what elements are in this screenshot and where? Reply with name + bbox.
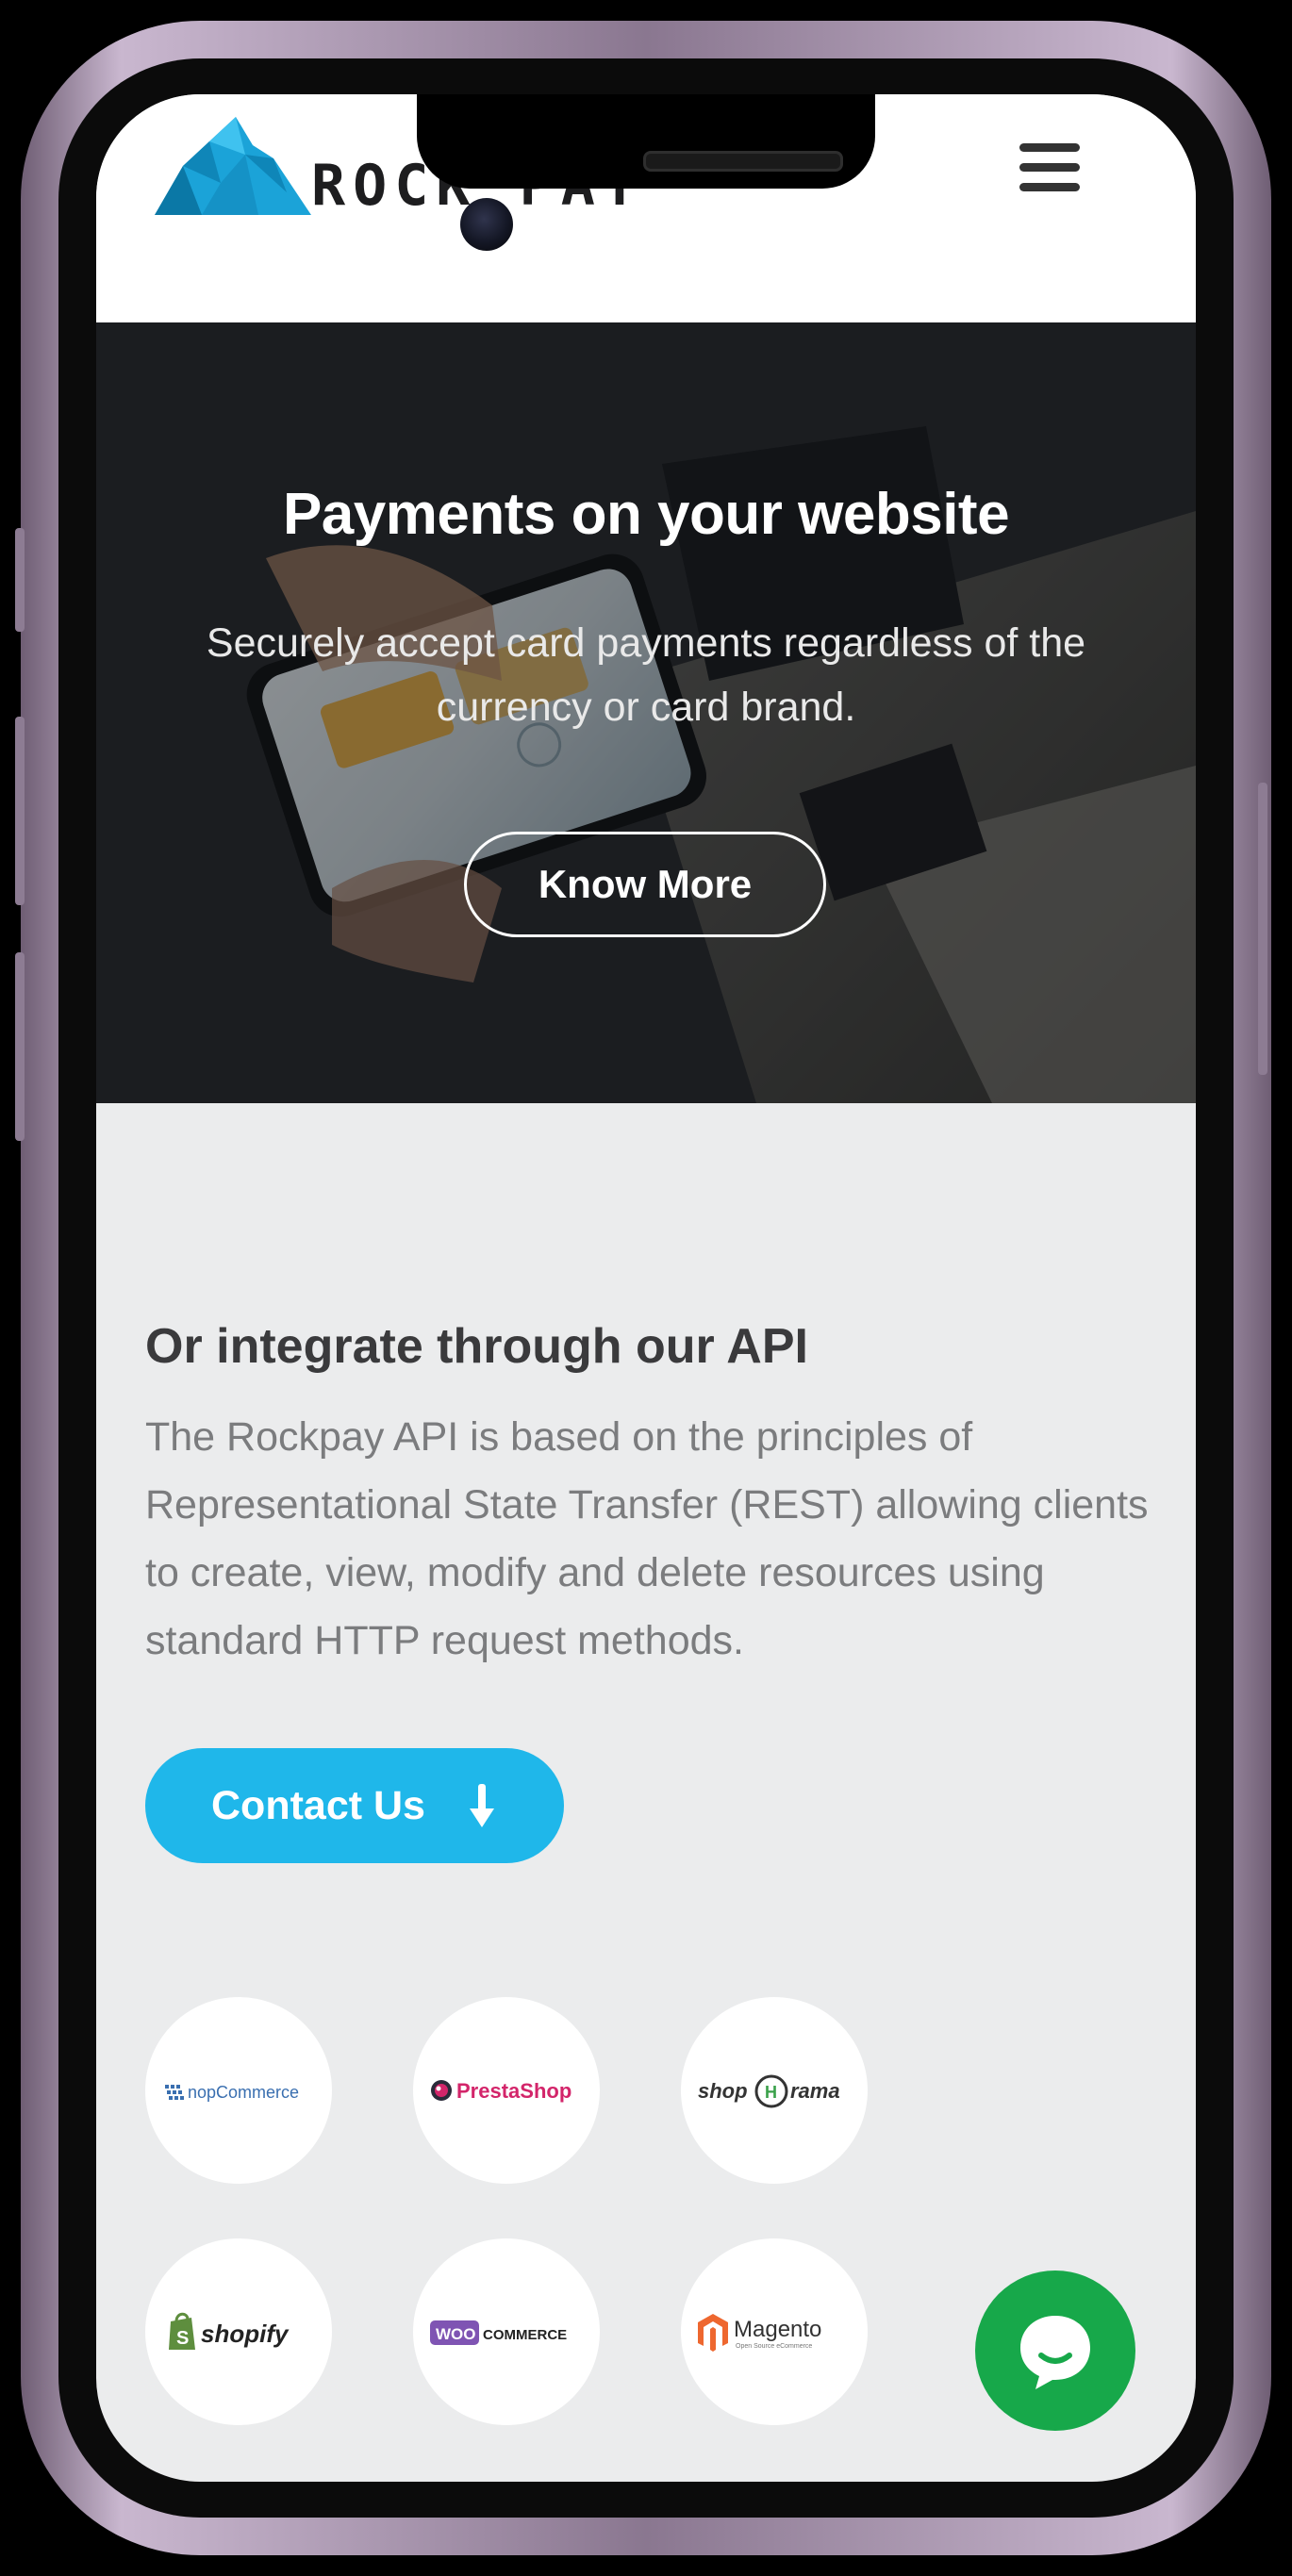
phone-power-button (1258, 783, 1267, 1075)
woocommerce-logo-icon: WOO COMMERCE (430, 2320, 567, 2345)
shoporama-logo-icon: shop H rama (698, 2074, 840, 2108)
platform-shoporama[interactable]: shop H rama (681, 1997, 868, 2184)
hero-subtitle: Securely accept card payments regardless… (206, 620, 1086, 730)
hero-banner: Payments on your website Securely accept… (96, 322, 1196, 1103)
phone-screen: ROCK PAY (96, 94, 1196, 2482)
phone-notch (417, 94, 875, 189)
shopify-logo-text: shopify (201, 2320, 290, 2348)
contact-us-label: Contact Us (211, 1783, 425, 1828)
front-camera (460, 198, 513, 251)
nopcommerce-logo-icon: nopCommerce (165, 2083, 299, 2102)
arrow-down-icon (470, 1784, 494, 1827)
know-more-button[interactable]: Know More (464, 832, 826, 937)
prestashop-logo-text: PrestaShop (456, 2079, 571, 2103)
api-section-body: The Rockpay API is based on the principl… (145, 1414, 1149, 1663)
chat-widget-button[interactable] (975, 2271, 1135, 2431)
svg-text:WOO: WOO (436, 2325, 476, 2343)
api-section-title: Or integrate through our API (145, 1319, 808, 1374)
platform-magento[interactable]: Magento Open Source eCommerce (681, 2238, 868, 2425)
shopify-logo-icon: S shopify (169, 2312, 290, 2350)
svg-text:rama: rama (790, 2079, 840, 2103)
contact-us-button[interactable]: Contact Us (145, 1748, 564, 1863)
svg-text:S: S (176, 2328, 189, 2349)
phone-volume-down-button (15, 952, 25, 1141)
phone-volume-up-button (15, 717, 25, 905)
svg-text:H: H (765, 2083, 777, 2102)
magento-logo-subtext: Open Source eCommerce (736, 2343, 812, 2350)
platform-nopcommerce[interactable]: nopCommerce (145, 1997, 332, 2184)
prestashop-logo-icon: PrestaShop (431, 2079, 571, 2103)
platform-woocommerce[interactable]: WOO COMMERCE (413, 2238, 600, 2425)
hamburger-menu-icon[interactable] (1017, 140, 1083, 196)
svg-text:shop: shop (698, 2079, 748, 2103)
nopcommerce-logo-text: nopCommerce (188, 2083, 299, 2102)
rockpay-mountain-logo-icon (155, 117, 311, 215)
hero-title: Payments on your website (282, 482, 1010, 547)
magento-logo-text: Magento (734, 2317, 821, 2342)
platform-prestashop[interactable]: PrestaShop (413, 1997, 600, 2184)
svg-text:COMMERCE: COMMERCE (483, 2327, 567, 2343)
platform-shopify[interactable]: S shopify (145, 2238, 332, 2425)
magento-logo-icon: Magento Open Source eCommerce (698, 2314, 821, 2352)
phone-side-button (15, 528, 25, 632)
phone-speaker (643, 151, 843, 172)
chat-bubble-icon (1020, 2316, 1090, 2389)
